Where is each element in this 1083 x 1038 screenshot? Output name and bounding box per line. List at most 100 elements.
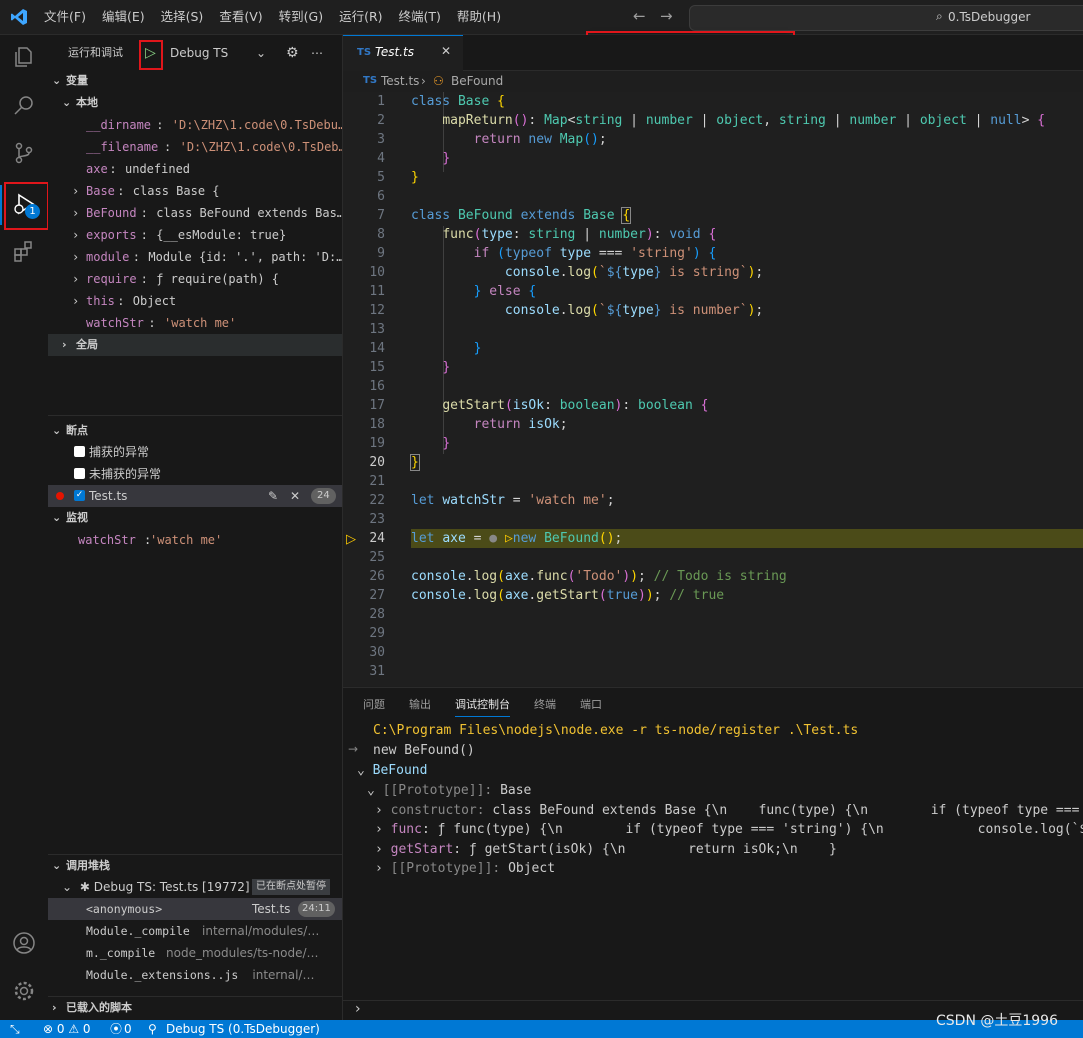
variable-row[interactable]: __filename: 'D:\ZHZ\1.code\0.TsDeb…	[48, 136, 342, 158]
code-line: }	[410, 454, 420, 471]
stack-frame[interactable]: Module._compile internal/modules/…	[48, 920, 342, 942]
typescript-icon: TS	[357, 47, 372, 58]
breakpoints-section-header[interactable]: ⌄ 断点	[48, 420, 342, 442]
variable-row[interactable]: › this: Object	[48, 290, 342, 312]
watch-expression[interactable]: watchStr : 'watch me'	[48, 529, 342, 551]
checkbox[interactable]	[74, 468, 85, 479]
console-constructor[interactable]: › constructor: class BeFound extends Bas…	[375, 803, 1083, 818]
source-control-icon[interactable]	[10, 141, 38, 169]
tab-ports[interactable]: 端口	[580, 696, 602, 712]
breadcrumb-file[interactable]: Test.ts	[381, 71, 419, 91]
menu-terminal[interactable]: 终端(T)	[391, 0, 449, 34]
console-func[interactable]: › func: ƒ func(type) {\n if (typeof type…	[375, 822, 1083, 837]
broadcast-icon: ⦿	[110, 1022, 123, 1036]
console-prototype[interactable]: ⌄ [[Prototype]]: Base	[367, 783, 531, 798]
explorer-icon[interactable]	[10, 45, 38, 73]
local-scope[interactable]: ⌄ 本地	[48, 92, 342, 114]
chevron-right-icon: ›	[375, 842, 391, 857]
account-icon[interactable]	[10, 931, 38, 959]
back-arrow-icon[interactable]: ←	[633, 7, 646, 25]
gear-icon[interactable]: ⚙	[286, 42, 299, 64]
variable-row[interactable]: watchStr:'watch me'	[48, 312, 342, 334]
breadcrumb-symbol[interactable]: BeFound	[451, 71, 503, 91]
tab-debug-console[interactable]: 调试控制台	[455, 696, 510, 717]
line-number: 28	[369, 607, 385, 622]
line-number: 15	[369, 360, 385, 375]
console-prototype-object[interactable]: › [[Prototype]]: Object	[375, 861, 555, 876]
variable-value: class Base {	[132, 184, 220, 198]
code-line: func(type: string | number): void {	[442, 227, 717, 242]
tab-terminal[interactable]: 终端	[534, 696, 556, 712]
close-icon[interactable]: ✕	[441, 44, 451, 58]
menu-selection[interactable]: 选择(S)	[153, 0, 212, 34]
variable-row[interactable]: › module: Module {id: '.', path: 'D:…	[48, 246, 342, 268]
tab-problems[interactable]: 问题	[363, 696, 385, 712]
variable-row[interactable]: › require: ƒ require(path) {	[48, 268, 342, 290]
variable-row[interactable]: › Base: class Base {	[48, 180, 342, 202]
more-actions-icon[interactable]: ⋯	[311, 42, 323, 64]
global-scope[interactable]: › 全局	[48, 334, 342, 356]
code-line: console.log(`${type} is string`);	[504, 265, 764, 280]
sidebar-title: 运行和调试	[68, 46, 123, 59]
console-result[interactable]: ⌄ BeFound	[357, 763, 427, 778]
line-number: 1	[377, 94, 385, 109]
search-view-icon[interactable]	[10, 93, 38, 121]
line-number: 6	[377, 189, 385, 204]
settings-gear-icon[interactable]	[10, 979, 38, 1007]
loaded-scripts-header[interactable]: › 已载入的脚本	[48, 997, 342, 1019]
command-center-search[interactable]: ⌕ 0.TsDebugger	[689, 5, 1083, 31]
problems-status[interactable]: ⊗ 0 ⚠ 0	[43, 1020, 91, 1038]
tab-test-ts[interactable]: TS Test.ts ✕	[343, 35, 463, 71]
breakpoint-item[interactable]: ✓ Test.ts ✎ ✕ 24	[48, 485, 342, 507]
input-arrow-icon: →	[348, 742, 359, 756]
chevron-right-icon: ›	[72, 294, 80, 308]
remote-icon[interactable]: ⤡	[10, 1020, 20, 1038]
close-icon[interactable]: ✕	[290, 485, 300, 507]
code-line: }	[411, 170, 419, 185]
stack-frame[interactable]: m._compile node_modules/ts-node/…	[48, 942, 342, 964]
variable-value: 'D:\ZHZ\1.code\0.TsDebu…	[171, 118, 342, 132]
debug-session[interactable]: ⌄ ✱ Debug TS: Test.ts [19772] 已在断点处暂停	[48, 876, 342, 898]
forward-arrow-icon[interactable]: →	[660, 7, 673, 25]
frame-source: internal/modules/…	[202, 924, 320, 938]
variable-row[interactable]: › BeFound: class BeFound extends Bas…	[48, 202, 342, 224]
chevron-right-icon: ›	[62, 338, 67, 351]
code-line-current: let axe = ● ▷new BeFound();	[411, 531, 623, 546]
typescript-icon: TS	[363, 75, 378, 86]
stack-frame[interactable]: <anonymous> Test.ts 24:11	[48, 898, 342, 920]
menu-go[interactable]: 转到(G)	[271, 0, 331, 34]
callstack-section-header[interactable]: ⌄ 调用堆栈	[48, 855, 342, 877]
variable-row[interactable]: __dirname: 'D:\ZHZ\1.code\0.TsDebu…	[48, 114, 342, 136]
edit-icon[interactable]: ✎	[268, 485, 278, 507]
chevron-down-icon[interactable]: ⌄	[256, 42, 266, 64]
variable-name: watchStr	[86, 316, 144, 330]
stack-frame[interactable]: Module._extensions..js internal/…	[48, 964, 342, 986]
variable-row[interactable]: › exports: {__esModule: true}	[48, 224, 342, 246]
checkbox[interactable]	[74, 446, 85, 457]
menu-help[interactable]: 帮助(H)	[449, 0, 509, 34]
caught-exceptions[interactable]: 捕获的异常	[48, 441, 342, 463]
code-editor[interactable]: 1 2 3 4 5 6 7 8 9 10 11 12 13 14 15 16 17 18 19 20 21 22 23 24 2…	[343, 92, 1083, 686]
line-number: 5	[377, 170, 385, 185]
frame-position-badge: 24:11	[298, 901, 335, 917]
line-number: 27	[369, 588, 385, 603]
variables-section-header[interactable]: ⌄ 变量	[48, 70, 342, 92]
watch-section-header[interactable]: ⌄ 监视	[48, 507, 342, 529]
menu-edit[interactable]: 编辑(E)	[94, 0, 153, 34]
debug-status[interactable]: Debug TS (0.TsDebugger)	[166, 1020, 320, 1038]
activity-bar: 1	[0, 35, 49, 1020]
tab-output[interactable]: 输出	[409, 696, 431, 712]
checkbox-checked-icon[interactable]: ✓	[74, 490, 85, 501]
breadcrumb: TS Test.ts › ⚇ BeFound	[343, 71, 1083, 93]
variable-row[interactable]: axe: undefined	[48, 158, 342, 180]
uncaught-exceptions[interactable]: 未捕获的异常	[48, 463, 342, 485]
menu-run[interactable]: 运行(R)	[331, 0, 390, 34]
menu-file[interactable]: 文件(F)	[36, 0, 94, 34]
ports-status[interactable]: 0	[124, 1020, 132, 1038]
menu-view[interactable]: 查看(V)	[211, 0, 270, 34]
console-prompt-icon[interactable]: ›	[355, 1001, 361, 1017]
debug-config-select[interactable]: Debug TS	[170, 42, 228, 64]
console-getstart[interactable]: › getStart: ƒ getStart(isOk) {\n return …	[375, 842, 837, 857]
extensions-icon[interactable]	[10, 239, 38, 267]
chevron-right-icon: ›	[72, 206, 80, 220]
